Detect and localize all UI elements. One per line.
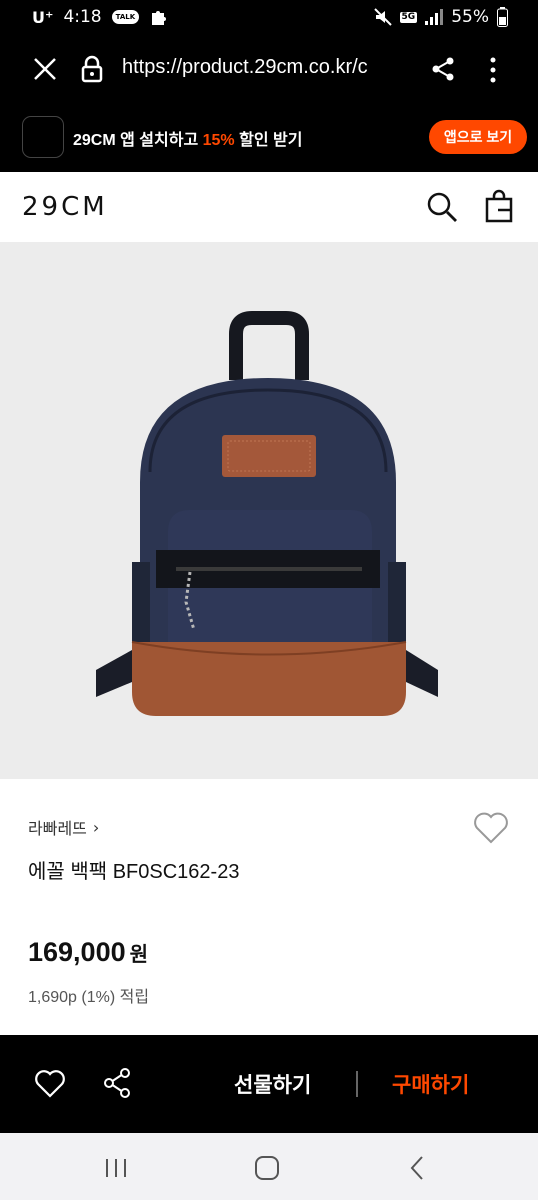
talk-notification-icon: TALK [111,10,140,24]
handle [229,311,309,380]
battery-icon [497,7,508,27]
brand-name: 라빠레뜨 [28,819,87,838]
brand-link[interactable]: 라빠레뜨 › [28,815,99,839]
status-bar: U⁺ 4:18 TALK 5G 55% [0,0,538,36]
lock-icon[interactable] [80,55,104,83]
divider [356,1071,358,1097]
buy-button[interactable]: 구매하기 [392,1069,469,1099]
system-nav-bar [0,1133,538,1200]
home-icon[interactable] [254,1155,280,1181]
share-icon[interactable] [102,1067,132,1099]
chevron-right-icon: › [92,817,100,837]
purchase-bar: 선물하기 구매하기 [0,1035,538,1133]
heart-icon[interactable] [472,811,510,845]
promo-text-suffix: 할인 받기 [234,132,303,149]
gift-button[interactable]: 선물하기 [234,1069,311,1099]
signal-icon [425,9,444,25]
app-install-banner: 29CM 앱 설치하고 15% 할인 받기 앱으로 보기 [0,102,538,172]
search-icon[interactable] [426,191,458,223]
product-name: 에꼴 백팩 BF0SC162-23 [28,861,240,883]
promo-text: 29CM 앱 설치하고 [73,132,203,149]
wishlist-heart-icon[interactable] [34,1069,66,1099]
product-info: 라빠레뜨 › 에꼴 백팩 BF0SC162-23 169,000 원 1,690… [0,779,538,1035]
site-logo[interactable]: 29CM [22,192,108,222]
more-menu-icon[interactable] [486,56,500,84]
strap-right [406,650,438,697]
recent-apps-icon[interactable] [104,1157,128,1179]
product-price: 169,000 원 [28,937,148,968]
strap-left [96,650,132,697]
leather-base [132,642,406,716]
bag-icon[interactable] [484,189,514,223]
open-app-button[interactable]: 앱으로 보기 [429,120,527,154]
reward-points: 1,690p (1%) 적립 [28,989,150,1006]
status-time: 4:18 [63,7,102,27]
puzzle-notification-icon [152,11,167,25]
site-header: 29CM [0,172,538,242]
app-logo [22,116,64,158]
price-currency: 원 [129,944,149,966]
browser-toolbar: https://product.29cm.co.kr/c [0,36,538,102]
battery-percent: 55% [451,7,489,27]
price-value: 169,000 [28,937,126,967]
back-icon[interactable] [406,1155,428,1181]
promo-message: 29CM 앱 설치하고 15% 할인 받기 [73,126,302,150]
close-icon[interactable] [30,54,60,84]
promo-discount: 15% [202,132,235,149]
share-icon[interactable] [430,56,456,82]
product-image[interactable] [0,242,538,779]
carrier-label: U⁺ [32,7,54,27]
mute-icon [373,8,392,26]
url-field[interactable]: https://product.29cm.co.kr/c [122,56,412,79]
network-type-badge: 5G [399,11,418,23]
backpack-image [96,311,438,716]
